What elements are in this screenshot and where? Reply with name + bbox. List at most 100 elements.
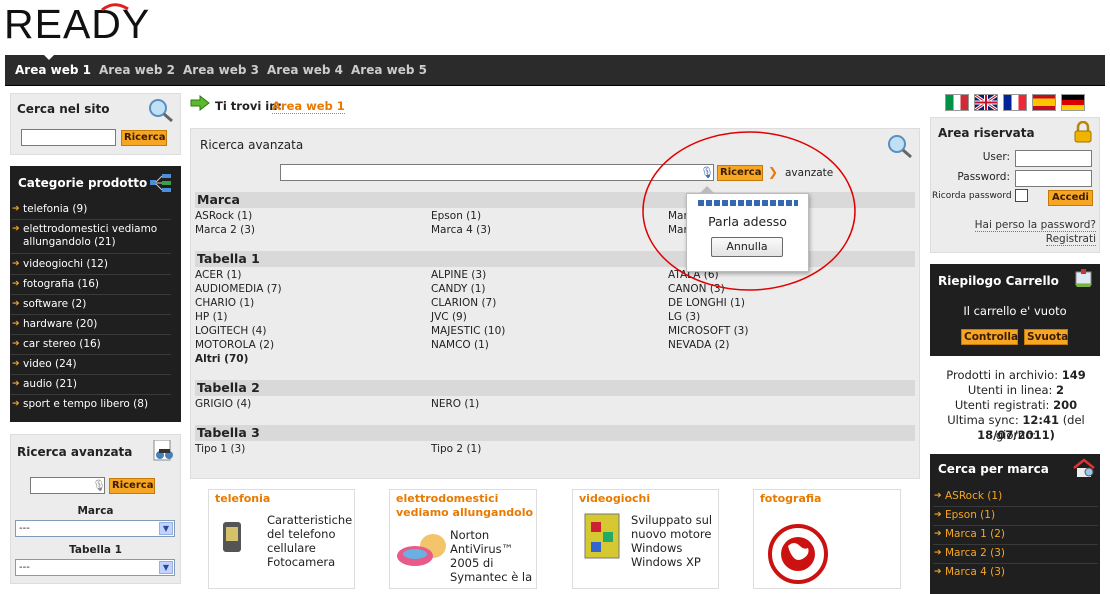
tabella1-item[interactable]: NAMCO (1) bbox=[431, 339, 489, 352]
user-field[interactable] bbox=[1015, 150, 1092, 167]
adv-search-left-title: Ricerca avanzata bbox=[17, 445, 133, 459]
tabella1-item[interactable]: CANDY (1) bbox=[431, 283, 486, 296]
breadcrumb-link[interactable]: Area web 1 bbox=[272, 99, 345, 114]
brand-item[interactable]: ➔ Epson (1) bbox=[933, 509, 1098, 526]
cart-clear-button[interactable]: Svuota bbox=[1024, 329, 1068, 345]
forgot-password-link[interactable]: Hai perso la password? bbox=[930, 219, 1096, 232]
tabella1-item[interactable]: ACER (1) bbox=[195, 269, 241, 282]
product-desc-line: del telefono bbox=[267, 527, 336, 541]
product-card-telefonia[interactable]: telefonia Caratteristiche del telefono c… bbox=[208, 489, 355, 589]
tabella3-item[interactable]: Tipo 2 (1) bbox=[431, 443, 481, 456]
cart-icon bbox=[1073, 269, 1095, 289]
product-title[interactable]: telefonia bbox=[215, 492, 270, 506]
tabella3-item[interactable]: Tipo 1 (3) bbox=[195, 443, 245, 456]
tabella2-item[interactable]: GRIGIO (4) bbox=[195, 398, 251, 411]
tabella1-item[interactable]: DE LONGHI (1) bbox=[668, 297, 745, 310]
tabella1-item[interactable]: NEVADA (2) bbox=[668, 339, 729, 352]
marca-item[interactable]: ASRock (1) bbox=[195, 210, 252, 223]
tab-area-web-1[interactable]: Area web 1 bbox=[5, 55, 91, 86]
category-telefonia[interactable]: ➔ telefonia (9) bbox=[11, 203, 171, 220]
product-desc-line: Symantec è la bbox=[450, 570, 533, 584]
product-desc-line: Sviluppato sul bbox=[631, 513, 713, 527]
tabella1-item[interactable]: MOTOROLA (2) bbox=[195, 339, 274, 352]
product-desc-line: Caratteristiche bbox=[267, 513, 353, 527]
search-site-input[interactable] bbox=[21, 129, 116, 146]
flag-germany-icon[interactable] bbox=[1061, 94, 1085, 111]
tabella1-item[interactable]: LOGITECH (4) bbox=[195, 325, 266, 338]
product-title[interactable]: elettrodomestici vediamo allungandolo bbox=[396, 492, 536, 520]
logo-text: READY bbox=[4, 2, 150, 46]
tab-area-web-4[interactable]: Area web 4 bbox=[257, 55, 343, 86]
password-field[interactable] bbox=[1015, 170, 1092, 187]
tab-area-web-5[interactable]: Area web 5 bbox=[341, 55, 427, 86]
magnifier-icon bbox=[886, 133, 914, 159]
adv-left-tabella1-label: Tabella 1 bbox=[69, 544, 122, 556]
tabella1-item[interactable]: AUDIOMEDIA (7) bbox=[195, 283, 282, 296]
product-desc-line: Norton bbox=[450, 528, 490, 542]
product-desc-line: Fotocamera bbox=[267, 555, 336, 569]
brand-item[interactable]: ➔ Marca 4 (3) bbox=[933, 566, 1098, 581]
tabella1-item[interactable]: HP (1) bbox=[195, 311, 227, 324]
tabella1-item[interactable]: ALPINE (3) bbox=[431, 269, 486, 282]
lock-icon bbox=[1074, 120, 1092, 143]
product-desc-line: cellulare bbox=[267, 541, 316, 555]
category-sport[interactable]: ➔ sport e tempo libero (8) bbox=[11, 398, 171, 415]
marca-select[interactable]: --- ▼ bbox=[15, 520, 175, 537]
tabella1-item[interactable]: CLARION (7) bbox=[431, 297, 496, 310]
microphone-icon[interactable]: 🎙 bbox=[92, 479, 106, 492]
product-desc-line: nuovo motore bbox=[631, 527, 712, 541]
category-elettrodomestici[interactable]: ➔ elettrodomestici vediamo allungandolo (… bbox=[11, 223, 171, 254]
flag-spain-icon[interactable] bbox=[1032, 94, 1056, 111]
marca-item[interactable]: Epson (1) bbox=[431, 210, 481, 223]
binoculars-icon bbox=[152, 439, 176, 464]
categories-title: Categorie prodotto bbox=[18, 176, 148, 190]
flag-france-icon[interactable] bbox=[1003, 94, 1027, 111]
product-card-videogiochi[interactable]: videogiochi Sviluppato sul nuovo motore … bbox=[572, 489, 719, 589]
category-video[interactable]: ➔ video (24) bbox=[11, 358, 171, 375]
category-videogiochi[interactable]: ➔ videogiochi (12) bbox=[11, 258, 171, 275]
product-image bbox=[758, 512, 838, 584]
product-card-fotografia[interactable]: fotografia bbox=[753, 489, 901, 589]
brand-item[interactable]: ➔ Marca 2 (3) bbox=[933, 547, 1098, 564]
flag-uk-icon[interactable] bbox=[974, 93, 998, 112]
tabella1-item[interactable]: LG (3) bbox=[668, 311, 700, 324]
tabella1-item[interactable]: CHARIO (1) bbox=[195, 297, 254, 310]
login-button[interactable]: Accedi bbox=[1048, 190, 1093, 206]
tabella1-select[interactable]: --- ▼ bbox=[15, 559, 175, 576]
adv-search-title: Ricerca avanzata bbox=[200, 138, 304, 152]
cart-check-button[interactable]: Controlla bbox=[961, 329, 1018, 345]
tree-icon bbox=[150, 174, 172, 192]
cart-empty-text: Il carrello e' vuoto bbox=[963, 304, 1067, 318]
category-software[interactable]: ➔ software (2) bbox=[11, 298, 171, 315]
category-fotografia[interactable]: ➔ fotografia (16) bbox=[11, 278, 171, 295]
search-site-title: Cerca nel sito bbox=[17, 102, 110, 116]
tabella2-item[interactable]: NERO (1) bbox=[431, 398, 479, 411]
category-hardware[interactable]: ➔ hardware (20) bbox=[11, 318, 171, 335]
flag-italy-icon[interactable] bbox=[945, 94, 969, 111]
brand-item[interactable]: ➔ ASRock (1) bbox=[933, 490, 1098, 507]
product-card-elettrodomestici[interactable]: elettrodomestici vediamo allungandolo No… bbox=[389, 489, 537, 589]
product-title[interactable]: videogiochi bbox=[579, 492, 650, 506]
product-title[interactable]: fotografia bbox=[760, 492, 821, 506]
search-site-button[interactable]: Ricerca bbox=[121, 130, 167, 146]
tabella1-item[interactable]: MAJESTIC (10) bbox=[431, 325, 505, 338]
marca-item[interactable]: Marca 2 (3) bbox=[195, 224, 255, 237]
tabella1-item[interactable]: JVC (9) bbox=[431, 311, 467, 324]
remember-password-checkbox[interactable] bbox=[1015, 189, 1028, 202]
stat-last-sync-date: 18/07/2011) bbox=[977, 428, 1055, 442]
marca-item[interactable]: Marca 4 (3) bbox=[431, 224, 491, 237]
register-link[interactable]: Registrati bbox=[930, 233, 1096, 246]
stat-users-registered: Utenti registrati: 200 bbox=[954, 398, 1078, 412]
product-desc-line: AntiVirus™ bbox=[450, 542, 514, 556]
tabella1-others-link[interactable]: Altri (70) bbox=[195, 353, 248, 366]
password-label: Password: bbox=[957, 171, 1010, 183]
tabella1-item[interactable]: MICROSOFT (3) bbox=[668, 325, 748, 338]
category-audio[interactable]: ➔ audio (21) bbox=[11, 378, 171, 395]
adv-left-search-button[interactable]: Ricerca bbox=[109, 478, 155, 494]
tab-area-web-2[interactable]: Area web 2 bbox=[89, 55, 175, 86]
tab-area-web-3[interactable]: Area web 3 bbox=[173, 55, 259, 86]
magnifier-icon bbox=[147, 97, 175, 123]
logo[interactable]: READY bbox=[4, 1, 214, 47]
brand-item[interactable]: ➔ Marca 1 (2) bbox=[933, 528, 1098, 545]
category-car-stereo[interactable]: ➔ car stereo (16) bbox=[11, 338, 171, 355]
